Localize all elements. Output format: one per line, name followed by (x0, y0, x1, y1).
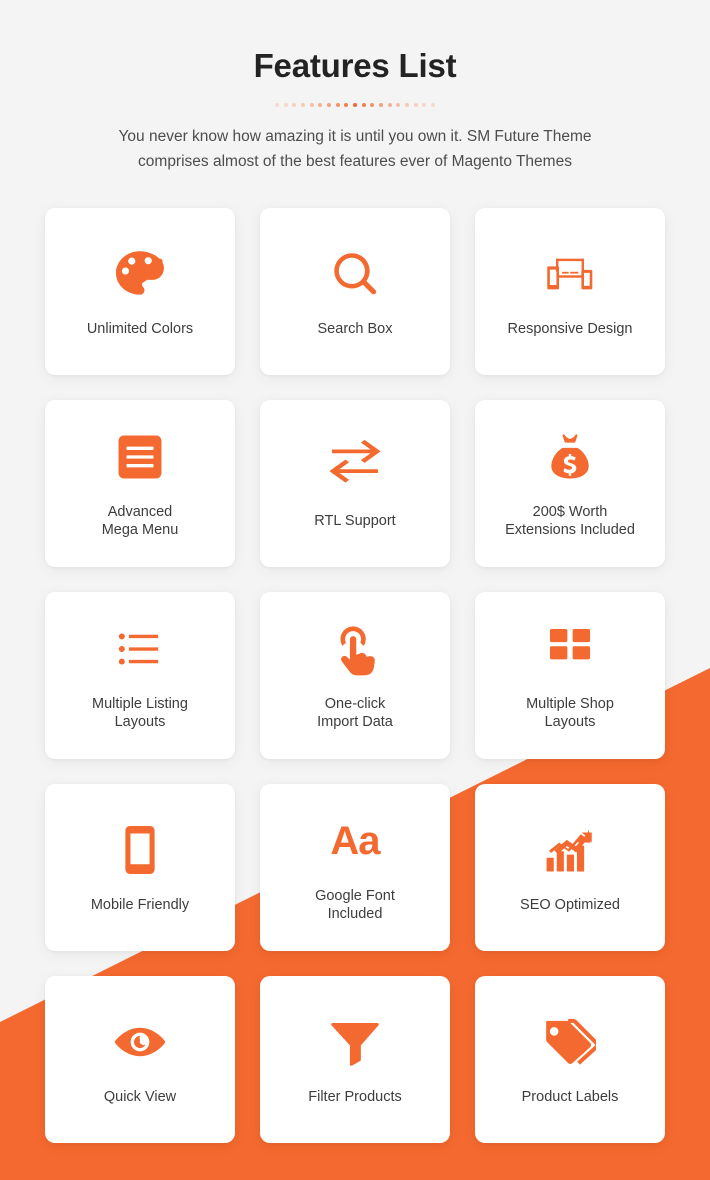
feature-card[interactable]: Unlimited Colors (45, 208, 235, 375)
search-icon (330, 246, 380, 302)
feature-card[interactable]: Responsive Design (475, 208, 665, 375)
feature-card[interactable]: Multiple Shop Layouts (475, 592, 665, 759)
hand-pointer-icon (328, 621, 382, 677)
divider-dot (275, 103, 279, 107)
divider-dot (422, 103, 426, 107)
feature-card-label: Advanced Mega Menu (94, 503, 187, 539)
divider-dot (414, 103, 418, 107)
feature-card[interactable]: Filter Products (260, 976, 450, 1143)
feature-card[interactable]: Search Box (260, 208, 450, 375)
features-list-page: Features List You never know how amazing… (0, 0, 710, 1180)
page-header: Features List You never know how amazing… (0, 0, 710, 174)
divider-dot (396, 103, 400, 107)
hamburger-menu-icon (115, 429, 165, 485)
feature-card-label: Google Font Included (307, 887, 403, 923)
growth-chart-icon (543, 822, 597, 878)
feature-card[interactable]: One-click Import Data (260, 592, 450, 759)
feature-card[interactable]: Product Labels (475, 976, 665, 1143)
feature-card-label: Responsive Design (500, 320, 641, 338)
feature-card-label: RTL Support (306, 512, 403, 530)
money-bag-icon (544, 429, 596, 485)
divider-dot (301, 103, 305, 107)
feature-card[interactable]: RTL Support (260, 400, 450, 567)
feature-card-label: 200$ Worth Extensions Included (497, 503, 643, 539)
feature-card[interactable]: Mobile Friendly (45, 784, 235, 951)
feature-card[interactable]: SEO Optimized (475, 784, 665, 951)
grid-squares-icon (546, 621, 594, 677)
divider-dot (336, 103, 340, 107)
page-subtitle: You never know how amazing it is until y… (72, 124, 638, 174)
palette-icon (113, 246, 167, 302)
eye-icon (114, 1014, 166, 1070)
feature-card[interactable]: Quick View (45, 976, 235, 1143)
exchange-arrows-icon (327, 438, 383, 494)
divider-dot (388, 103, 392, 107)
typography-aa-icon: Aa (330, 813, 379, 869)
divider-dot (370, 103, 374, 107)
responsive-devices-icon (542, 246, 598, 302)
feature-card-label: Filter Products (300, 1088, 409, 1106)
divider-dot (405, 103, 409, 107)
typography-aa-glyph: Aa (330, 819, 379, 863)
divider-dot (431, 103, 435, 107)
feature-card-label: Mobile Friendly (83, 896, 197, 914)
mobile-phone-icon (114, 822, 166, 878)
feature-card-label: Multiple Shop Layouts (518, 695, 622, 731)
funnel-icon (330, 1014, 380, 1070)
divider-dot (327, 103, 331, 107)
feature-card[interactable]: 200$ Worth Extensions Included (475, 400, 665, 567)
divider-dot (362, 103, 366, 107)
feature-card[interactable]: Aa Google Font Included (260, 784, 450, 951)
divider-dot (284, 103, 288, 107)
page-title: Features List (0, 48, 710, 84)
feature-card-label: SEO Optimized (512, 896, 628, 914)
feature-card-label: Search Box (310, 320, 401, 338)
feature-card-label: Unlimited Colors (79, 320, 201, 338)
feature-card-label: Product Labels (514, 1088, 627, 1106)
feature-card[interactable]: Multiple Listing Layouts (45, 592, 235, 759)
feature-card[interactable]: Advanced Mega Menu (45, 400, 235, 567)
divider-dot (344, 103, 348, 107)
divider-dot (310, 103, 314, 107)
divider-dot (318, 103, 322, 107)
divider-dot (353, 103, 357, 107)
bullet-list-icon (116, 621, 164, 677)
divider-dot (292, 103, 296, 107)
divider-dot (379, 103, 383, 107)
price-tags-icon (544, 1014, 596, 1070)
features-grid: Unlimited Colors Search Box Responsive Des… (45, 208, 665, 1143)
feature-card-label: Multiple Listing Layouts (84, 695, 196, 731)
dot-divider (275, 100, 435, 110)
feature-card-label: One-click Import Data (309, 695, 401, 731)
feature-card-label: Quick View (96, 1088, 184, 1106)
